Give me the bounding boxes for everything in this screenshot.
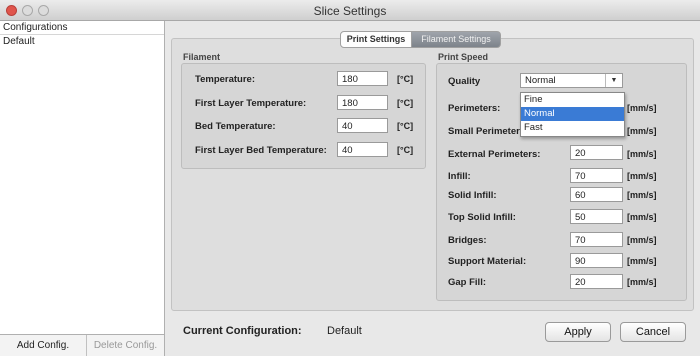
- support-material-label: Support Material:: [448, 256, 527, 267]
- cancel-button[interactable]: Cancel: [620, 322, 686, 342]
- first-layer-bed-temperature-unit: [°C]: [397, 145, 414, 155]
- first-layer-bed-temperature-field[interactable]: 40: [337, 142, 388, 157]
- bridges-unit: [mm/s]: [627, 235, 657, 245]
- infill-label: Infill:: [448, 171, 471, 182]
- bridges-field[interactable]: 70: [570, 232, 623, 247]
- quality-option-fine[interactable]: Fine: [521, 93, 624, 107]
- filament-group-title: Filament: [183, 52, 221, 62]
- external-perimeters-label: External Perimeters:: [448, 149, 541, 160]
- quality-select-value: Normal: [525, 75, 556, 86]
- tab-filament-settings[interactable]: Filament Settings: [412, 31, 501, 48]
- add-config-button[interactable]: Add Config.: [0, 335, 87, 356]
- first-layer-bed-temperature-label: First Layer Bed Temperature:: [195, 145, 327, 156]
- sidebar-header: Configurations: [0, 21, 164, 35]
- configurations-sidebar: Configurations Default: [0, 21, 165, 334]
- quality-option-normal[interactable]: Normal: [521, 107, 624, 121]
- first-layer-temperature-unit: [°C]: [397, 98, 414, 108]
- perimeters-unit: [mm/s]: [627, 103, 657, 113]
- small-perimeters-unit: [mm/s]: [627, 126, 657, 136]
- infill-unit: [mm/s]: [627, 171, 657, 181]
- solid-infill-unit: [mm/s]: [627, 190, 657, 200]
- temperature-unit: [°C]: [397, 74, 414, 84]
- sidebar-item-default[interactable]: Default: [0, 35, 164, 48]
- tab-print-settings[interactable]: Print Settings: [340, 31, 412, 48]
- first-layer-temperature-label: First Layer Temperature:: [195, 98, 307, 109]
- top-solid-infill-field[interactable]: 50: [570, 209, 623, 224]
- top-solid-infill-unit: [mm/s]: [627, 212, 657, 222]
- first-layer-temperature-field[interactable]: 180: [337, 95, 388, 110]
- quality-label: Quality: [448, 76, 481, 87]
- solid-infill-field[interactable]: 60: [570, 187, 623, 202]
- sidebar-toolbar: Add Config. Delete Config.: [0, 334, 165, 356]
- solid-infill-label: Solid Infill:: [448, 190, 497, 201]
- print-speed-group-title: Print Speed: [438, 52, 489, 62]
- current-configuration-label: Current Configuration:: [183, 325, 302, 337]
- support-material-unit: [mm/s]: [627, 256, 657, 266]
- perimeters-label: Perimeters:: [448, 103, 501, 114]
- external-perimeters-field[interactable]: 20: [570, 145, 623, 160]
- gap-fill-field[interactable]: 20: [570, 274, 623, 289]
- bed-temperature-label: Bed Temperature:: [195, 121, 276, 132]
- gap-fill-unit: [mm/s]: [627, 277, 657, 287]
- bridges-label: Bridges:: [448, 235, 487, 246]
- chevron-down-icon: ▼: [605, 74, 622, 87]
- quality-dropdown-menu: Fine Normal Fast: [520, 92, 625, 137]
- bed-temperature-unit: [°C]: [397, 121, 414, 131]
- delete-config-button[interactable]: Delete Config.: [87, 335, 164, 356]
- temperature-label: Temperature:: [195, 74, 256, 85]
- top-solid-infill-label: Top Solid Infill:: [448, 212, 516, 223]
- current-configuration-value: Default: [327, 325, 362, 337]
- quality-option-fast[interactable]: Fast: [521, 121, 624, 135]
- quality-select[interactable]: Normal ▼: [520, 73, 623, 88]
- temperature-field[interactable]: 180: [337, 71, 388, 86]
- external-perimeters-unit: [mm/s]: [627, 149, 657, 159]
- bed-temperature-field[interactable]: 40: [337, 118, 388, 133]
- apply-button[interactable]: Apply: [545, 322, 611, 342]
- window-title: Slice Settings: [313, 4, 387, 18]
- infill-field[interactable]: 70: [570, 168, 623, 183]
- support-material-field[interactable]: 90: [570, 253, 623, 268]
- small-perimeters-label: Small Perimeters:: [448, 126, 529, 137]
- title-bar: Slice Settings: [0, 0, 700, 21]
- gap-fill-label: Gap Fill:: [448, 277, 486, 288]
- settings-tabs: Print Settings Filament Settings: [340, 31, 501, 48]
